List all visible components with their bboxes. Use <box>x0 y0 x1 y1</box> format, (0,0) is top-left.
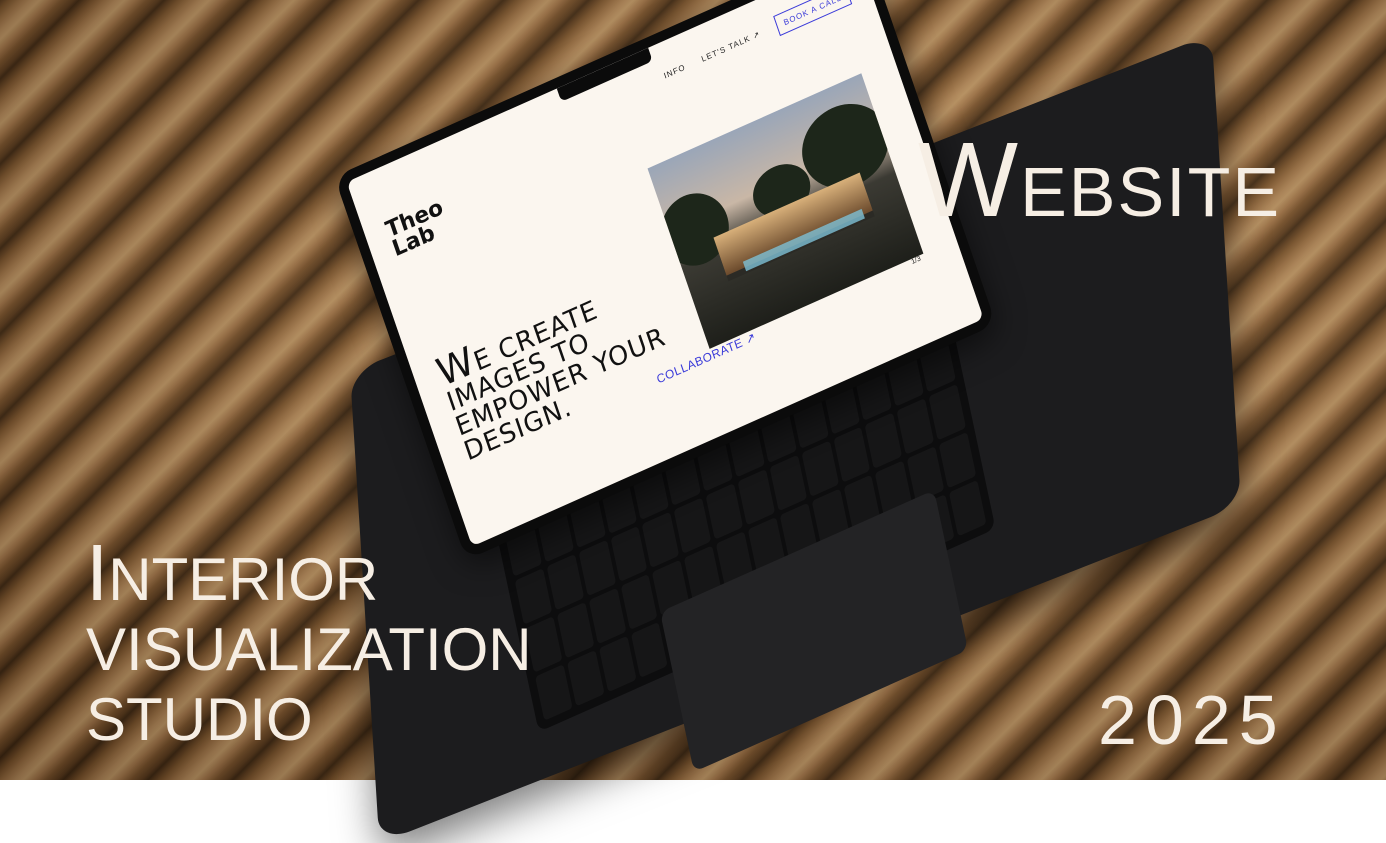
site-logo[interactable]: Theo Lab <box>383 195 453 262</box>
book-a-call-button[interactable]: BOOK A CALL <box>773 0 853 37</box>
hero-image <box>647 73 924 349</box>
year-label: 2025 <box>1098 681 1286 759</box>
nav-info-link[interactable]: INFO <box>663 63 687 81</box>
studio-title-line-2: VISUALIZATION <box>86 616 532 683</box>
nav-lets-talk-link[interactable]: LET'S TALK ↗ <box>700 29 761 64</box>
hero-headline: WE CREATE IMAGES TO EMPOWER YOUR DESIGN. <box>431 270 677 467</box>
studio-title-line-3: STUDIO <box>86 686 313 753</box>
website-title: WEBSITE <box>918 120 1281 241</box>
website-title-rest: EBSITE <box>1020 153 1282 231</box>
website-title-initial: W <box>918 121 1021 239</box>
studio-title-initial: I <box>86 528 109 617</box>
studio-title-line-1: NTERIOR <box>108 546 379 613</box>
studio-title: INTERIOR VISUALIZATION STUDIO <box>86 533 532 755</box>
